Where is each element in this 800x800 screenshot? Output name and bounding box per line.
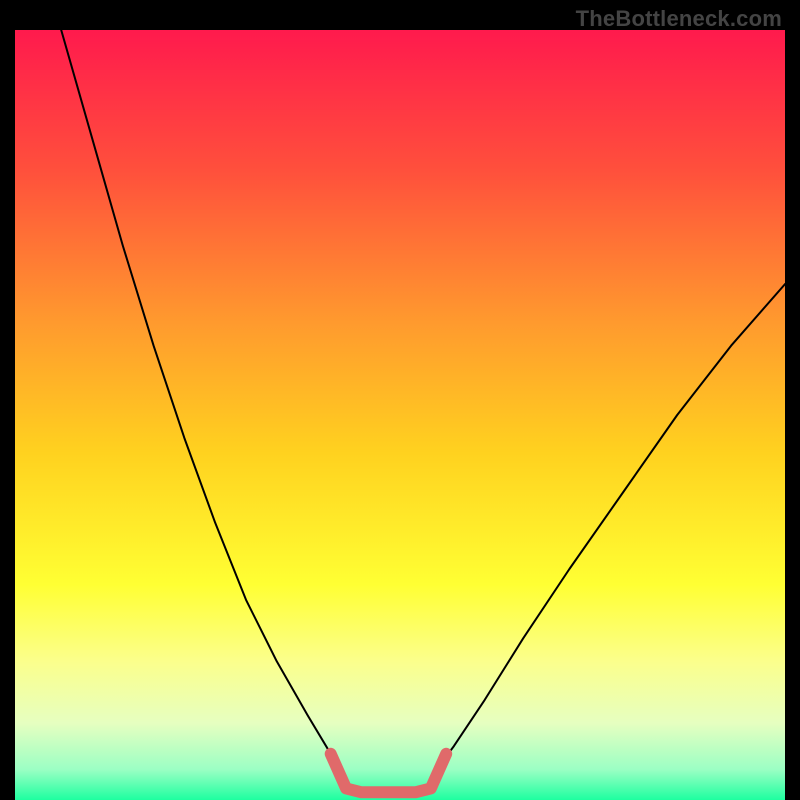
bottleneck-chart [15, 30, 785, 800]
watermark-text: TheBottleneck.com [576, 6, 782, 32]
chart-frame [15, 30, 785, 800]
chart-background [15, 30, 785, 800]
